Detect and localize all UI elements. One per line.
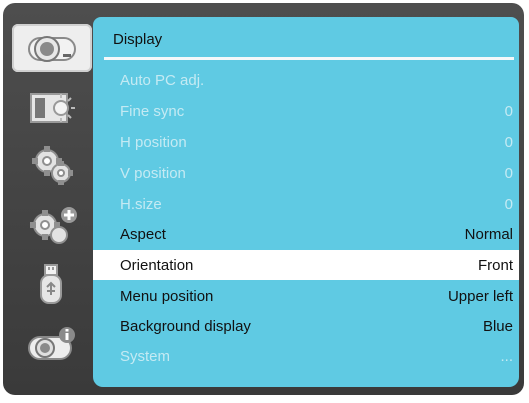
menu-row-background-display[interactable]: Background display Blue <box>93 311 519 341</box>
sidebar-item-information[interactable] <box>12 321 92 369</box>
display-settings-panel: Display Auto PC adj. Fine sync 0 H posit… <box>93 17 519 387</box>
osd-menu-frame: Display Auto PC adj. Fine sync 0 H posit… <box>3 3 524 395</box>
menu-row-v-position: V position 0 <box>93 158 519 188</box>
sidebar-item-setting[interactable] <box>12 141 92 189</box>
settings-gear-icon <box>32 146 73 185</box>
row-value: ... <box>500 347 513 365</box>
menu-row-orientation[interactable]: Orientation Front <box>93 250 519 280</box>
row-value: 0 <box>504 102 513 120</box>
row-value: 0 <box>504 133 513 151</box>
row-label: Fine sync <box>120 102 185 120</box>
row-value: Normal <box>464 225 513 243</box>
row-label: V position <box>120 164 186 182</box>
row-value: 0 <box>504 164 513 182</box>
menu-row-h-size: H.size 0 <box>93 189 519 219</box>
panel-header: Display <box>93 17 519 61</box>
row-value: 0 <box>504 195 513 213</box>
sidebar-item-usb[interactable] <box>12 261 92 309</box>
projector-info-icon <box>28 327 75 360</box>
sidebar-item-expanded-setting[interactable] <box>12 201 92 249</box>
menu-category-sidebar <box>3 3 100 395</box>
row-label: H position <box>120 133 187 151</box>
row-label: Background display <box>120 317 251 335</box>
menu-row-aspect[interactable]: Aspect Normal <box>93 219 519 249</box>
row-value: Blue <box>482 317 513 335</box>
row-label: System <box>120 347 171 365</box>
sidebar-item-display[interactable] <box>12 24 92 72</box>
row-label: Menu position <box>120 287 214 305</box>
row-value: Front <box>477 256 513 274</box>
row-label: Aspect <box>120 225 166 243</box>
menu-row-auto-pc-adj: Auto PC adj. <box>93 65 519 95</box>
picture-brightness-icon <box>30 93 75 123</box>
panel-title: Display <box>113 31 163 48</box>
row-value: Upper left <box>447 287 513 305</box>
row-label: Auto PC adj. <box>120 71 205 89</box>
menu-row-fine-sync: Fine sync 0 <box>93 96 519 126</box>
expanded-settings-gear-plus-icon <box>30 207 77 244</box>
menu-row-menu-position[interactable]: Menu position Upper left <box>93 281 519 311</box>
row-label: H.size <box>120 195 162 213</box>
menu-row-system: System ... <box>93 341 519 371</box>
sidebar-item-picture[interactable] <box>12 84 92 132</box>
row-label: Orientation <box>120 256 194 274</box>
usb-drive-icon <box>40 264 62 304</box>
title-divider <box>104 57 514 60</box>
projector-icon <box>28 36 76 62</box>
menu-row-h-position: H position 0 <box>93 127 519 157</box>
